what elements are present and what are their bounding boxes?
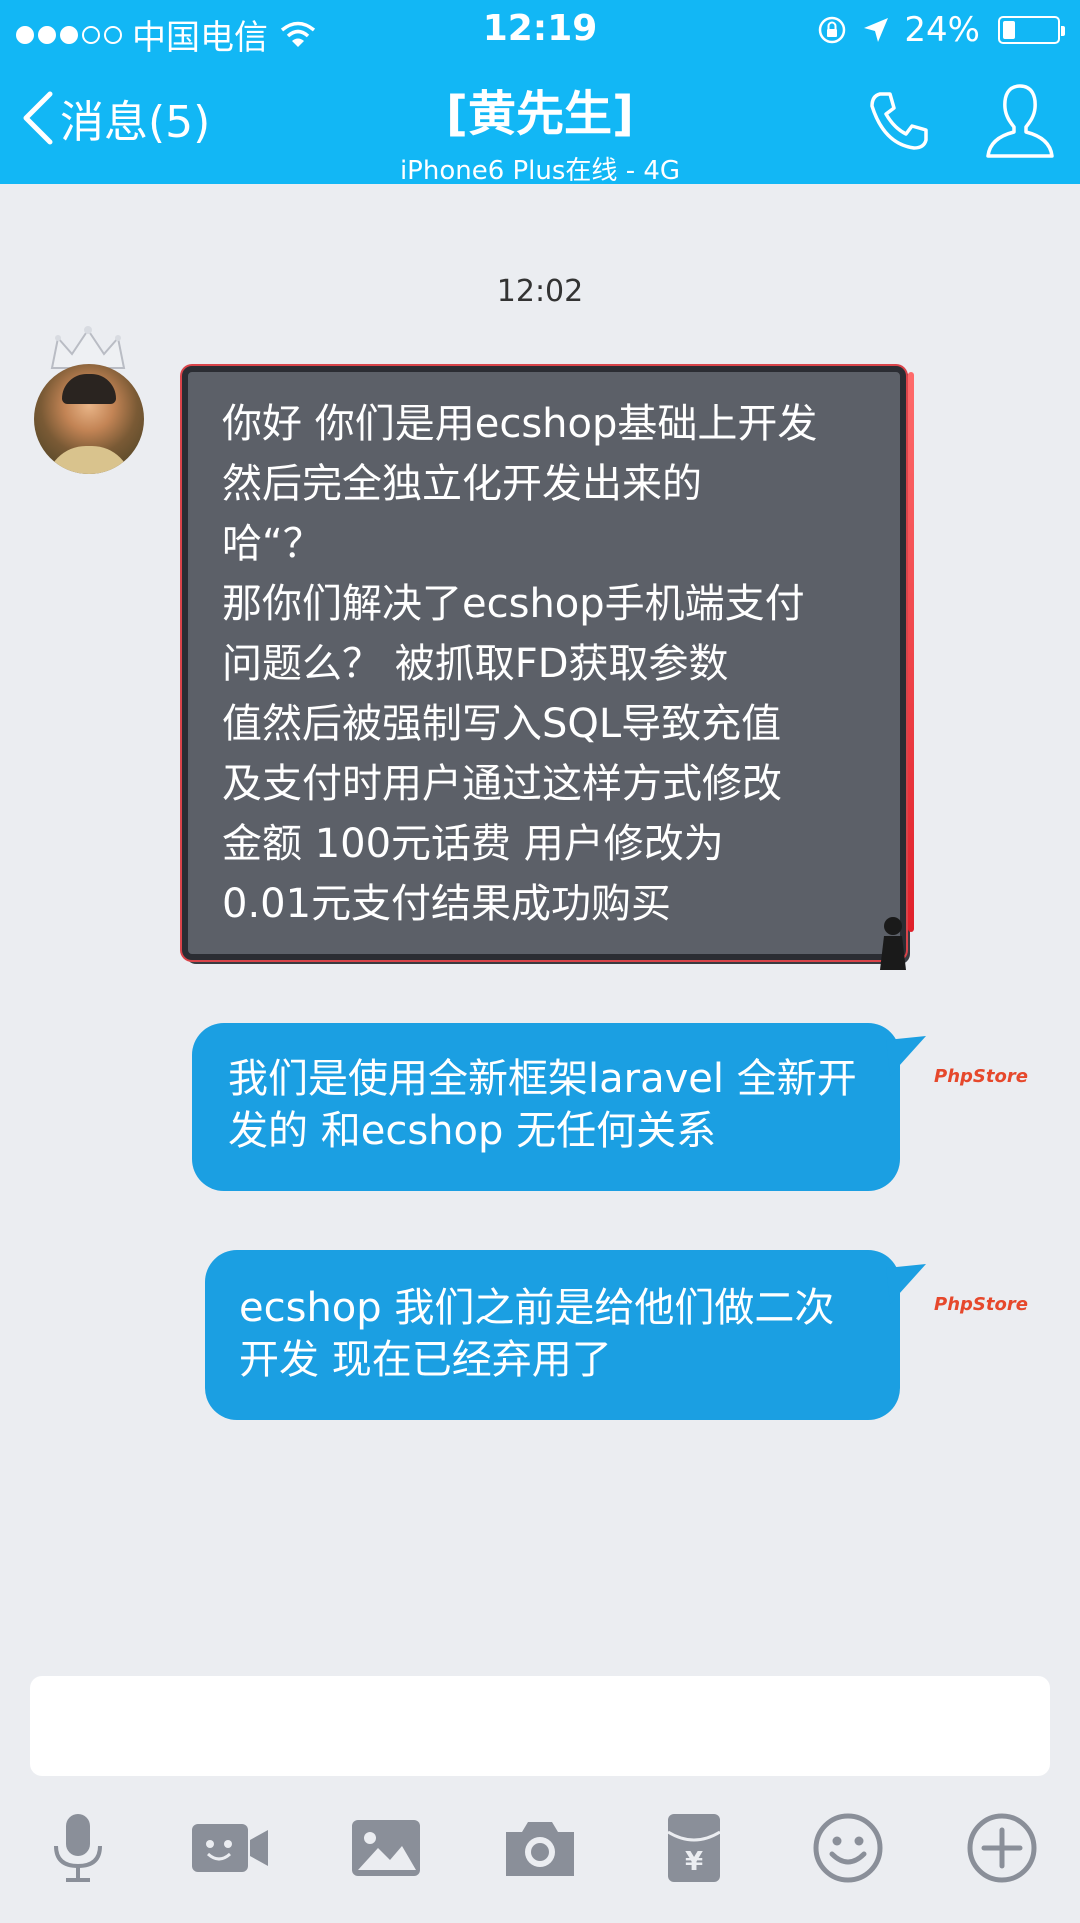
battery-percent: 24% (904, 10, 980, 50)
microphone-icon[interactable] (38, 1808, 118, 1888)
contact-avatar[interactable] (34, 364, 144, 474)
image-icon[interactable] (346, 1808, 426, 1888)
incoming-message-text: 你好 你们是用ecshop基础上开发 然后完全独立化开发出来的 哈“？ 那你们解… (222, 401, 818, 927)
bubble-tag: PhpStore (934, 1294, 1028, 1315)
svg-text:¥: ¥ (685, 1847, 703, 1877)
lightsaber-decoration (908, 372, 914, 932)
bubble-tail (886, 1036, 926, 1076)
video-call-icon[interactable] (190, 1808, 270, 1888)
profile-icon (986, 84, 1054, 158)
location-arrow-icon (864, 18, 889, 42)
red-packet-icon[interactable]: ¥ (654, 1808, 734, 1888)
outgoing-message-text: 我们是使用全新框架laravel 全新开发的 和ecshop 无任何关系 (228, 1056, 857, 1154)
contact-status: iPhone6 Plus在线 - 4G (399, 156, 681, 186)
status-bar: 中国电信 12:19 24% (0, 0, 1080, 58)
incoming-message-bubble[interactable]: 你好 你们是用ecshop基础上开发 然后完全独立化开发出来的 哈“？ 那你们解… (182, 366, 914, 970)
outgoing-message-text: ecshop 我们之前是给他们做二次开发 现在已经弃用了 (239, 1285, 835, 1383)
bubble-figure-decoration (880, 917, 906, 970)
bubble-tag: PhpStore (934, 1066, 1028, 1087)
profile-button[interactable] (982, 80, 1058, 162)
message-timestamp: 12:02 (496, 274, 584, 309)
outgoing-message-bubble[interactable]: ecshop 我们之前是给他们做二次开发 现在已经弃用了 (205, 1250, 900, 1420)
bubble-tail (886, 1264, 926, 1304)
outgoing-message-bubble[interactable]: 我们是使用全新框架laravel 全新开发的 和ecshop 无任何关系 (192, 1023, 900, 1191)
rotation-lock-icon (819, 16, 846, 44)
plus-icon[interactable] (962, 1808, 1042, 1888)
chat-header: 中国电信 12:19 24% 消息(5) [黄先生] iPhone6 Plus在… (0, 0, 1080, 186)
message-input[interactable] (30, 1676, 1050, 1776)
camera-icon[interactable] (500, 1808, 580, 1888)
phone-icon (870, 92, 928, 150)
call-button[interactable] (866, 88, 932, 154)
input-toolbar: ¥ (0, 1808, 1080, 1898)
battery-icon (998, 16, 1065, 44)
emoji-icon[interactable] (808, 1808, 888, 1888)
